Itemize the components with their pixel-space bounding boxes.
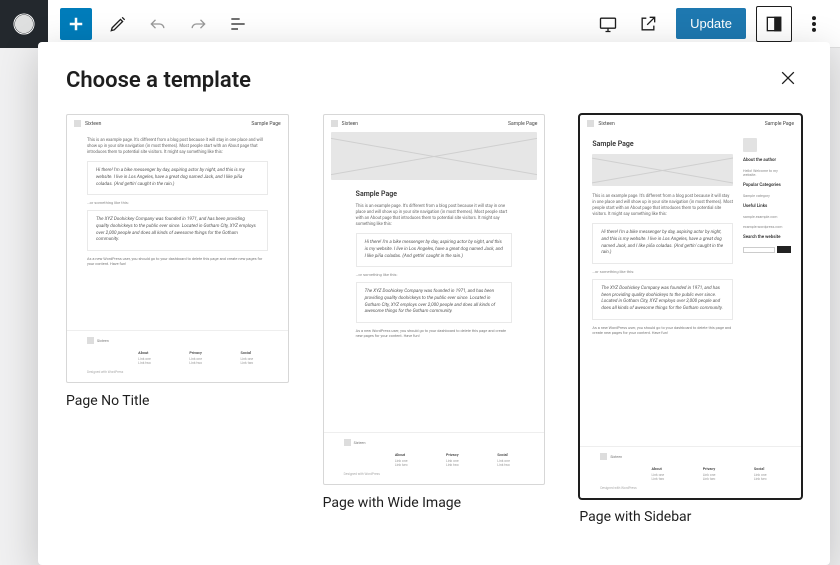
preview-logo-icon: [331, 120, 338, 127]
close-icon: [778, 68, 798, 92]
preview-logo-icon: [587, 120, 594, 127]
insert-block-button[interactable]: [60, 8, 92, 40]
template-option-page-with-sidebar[interactable]: Sixteen Sample Page Sample Page This is …: [579, 114, 802, 525]
template-label: Page with Sidebar: [579, 509, 802, 525]
template-grid: Sixteen Sample Page This is an example p…: [66, 114, 802, 525]
undo-button[interactable]: [140, 6, 176, 42]
view-desktop-button[interactable]: [590, 6, 626, 42]
template-option-page-no-title[interactable]: Sixteen Sample Page This is an example p…: [66, 114, 289, 409]
template-option-page-with-wide-image[interactable]: Sixteen Sample Page Sample Page This is …: [323, 114, 546, 511]
redo-button[interactable]: [180, 6, 216, 42]
modal-title: Choose a template: [66, 68, 251, 93]
close-button[interactable]: [774, 66, 802, 94]
editor-toolbar: Update: [0, 0, 840, 48]
update-button[interactable]: Update: [676, 8, 746, 39]
preview-avatar-icon: [743, 138, 757, 152]
template-label: Page No Title: [66, 393, 289, 409]
options-button[interactable]: [796, 6, 832, 42]
view-page-button[interactable]: [630, 6, 666, 42]
document-overview-button[interactable]: [220, 6, 256, 42]
choose-template-modal: Choose a template Sixteen Sample Page Th…: [38, 42, 830, 565]
wordpress-logo[interactable]: [0, 0, 48, 48]
template-label: Page with Wide Image: [323, 495, 546, 511]
preview-hero-placeholder: [331, 132, 538, 180]
edit-mode-button[interactable]: [100, 6, 136, 42]
preview-hero-placeholder: [592, 154, 733, 186]
settings-sidebar-toggle[interactable]: [756, 6, 792, 42]
preview-logo-icon: [74, 120, 81, 127]
